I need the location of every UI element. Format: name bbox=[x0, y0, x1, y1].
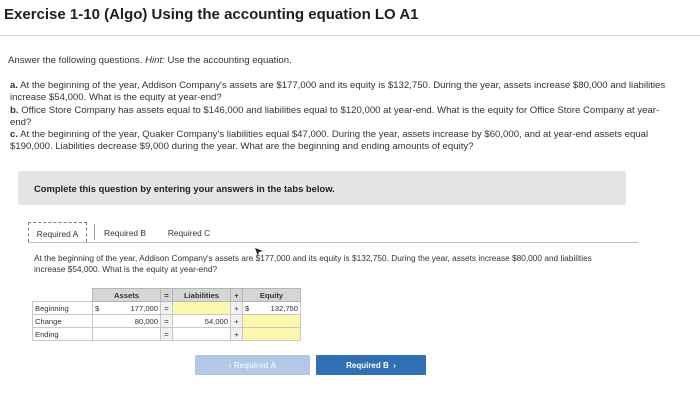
assets-value: 80,000 bbox=[106, 314, 161, 328]
hint-label: Hint: bbox=[145, 55, 165, 66]
liabilities-ending-input[interactable] bbox=[172, 327, 231, 341]
table-row-beginning: Beginning $ 177,000 = + $ 132,750 bbox=[32, 301, 301, 315]
chevron-right-icon: › bbox=[391, 361, 396, 370]
header-liabilities: Liabilities bbox=[172, 288, 231, 302]
tab-required-a[interactable]: Required A bbox=[28, 222, 87, 242]
page-title: Exercise 1-10 (Algo) Using the accountin… bbox=[4, 6, 419, 23]
header-spacer bbox=[32, 288, 93, 302]
tab-separator bbox=[94, 224, 95, 240]
equity-value: 132,750 bbox=[256, 301, 301, 315]
accounting-equation-table: Assets = Liabilities + Equity Beginning … bbox=[32, 288, 301, 341]
plus-sign: + bbox=[230, 301, 243, 315]
equity-dollar: $ bbox=[242, 301, 257, 315]
prev-required-button[interactable]: ‹ Required A bbox=[195, 355, 310, 375]
equity-dollar bbox=[242, 327, 257, 341]
equals-sign: = bbox=[160, 314, 173, 328]
tab-required-c[interactable]: Required C bbox=[160, 222, 218, 242]
table-row-change: Change 80,000 = 54,000 + bbox=[32, 314, 301, 328]
assets-dollar bbox=[92, 314, 107, 328]
header-plus: + bbox=[230, 288, 243, 302]
hint-text: Use the accounting equation. bbox=[167, 55, 292, 66]
row-label: Ending bbox=[32, 327, 93, 341]
instruction-banner: Complete this question by entering your … bbox=[18, 171, 626, 205]
instructions: Answer the following questions. Hint: Us… bbox=[8, 55, 292, 66]
equals-sign: = bbox=[160, 327, 173, 341]
plus-sign: + bbox=[230, 327, 243, 341]
instructions-lead: Answer the following questions. bbox=[8, 55, 143, 66]
equity-dollar bbox=[242, 314, 257, 328]
next-required-button[interactable]: Required B › bbox=[316, 355, 426, 375]
header-assets: Assets bbox=[92, 288, 161, 302]
question-a: a. At the beginning of the year, Addison… bbox=[10, 80, 666, 104]
table-row-ending: Ending = + bbox=[32, 327, 301, 341]
assets-ending-input[interactable] bbox=[106, 327, 161, 341]
question-c: c. At the beginning of the year, Quaker … bbox=[10, 129, 649, 153]
equity-change-input[interactable] bbox=[256, 314, 301, 328]
assets-dollar: $ bbox=[92, 301, 107, 315]
equity-ending-input[interactable] bbox=[256, 327, 301, 341]
table-header-row: Assets = Liabilities + Equity bbox=[32, 288, 301, 302]
equals-sign: = bbox=[160, 301, 173, 315]
liabilities-input[interactable] bbox=[172, 301, 231, 315]
plus-sign: + bbox=[230, 314, 243, 328]
question-list: a. At the beginning of the year, Addison… bbox=[10, 80, 680, 154]
assets-dollar bbox=[92, 327, 107, 341]
chevron-left-icon: ‹ bbox=[228, 361, 232, 370]
prev-button-label: Required A bbox=[233, 361, 277, 370]
question-b: b. Office Store Company has assets equal… bbox=[10, 104, 660, 128]
header-equity: Equity bbox=[242, 288, 301, 302]
liabilities-value: 54,000 bbox=[172, 314, 231, 328]
title-divider bbox=[0, 35, 700, 36]
row-label: Beginning bbox=[32, 301, 93, 315]
tab-required-b[interactable]: Required B bbox=[96, 222, 154, 242]
assets-value: 177,000 bbox=[106, 301, 161, 315]
question-prompt: At the beginning of the year, Addison Co… bbox=[34, 253, 592, 274]
header-equals: = bbox=[160, 288, 173, 302]
row-label: Change bbox=[32, 314, 93, 328]
next-button-label: Required B bbox=[346, 361, 389, 370]
banner-text: Complete this question by entering your … bbox=[34, 183, 335, 194]
